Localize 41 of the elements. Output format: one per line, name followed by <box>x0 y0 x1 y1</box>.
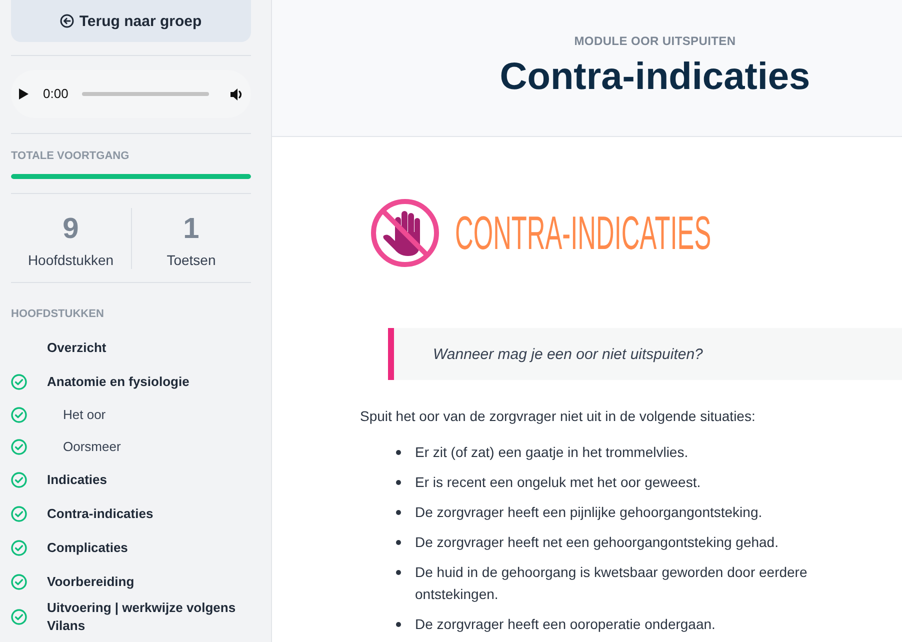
bullet-text: Er zit (of zat) een gaatje in het trommelvlies. <box>415 443 688 462</box>
bullet-icon <box>396 510 401 515</box>
subchapter-link[interactable]: Oorsmeer <box>11 431 251 463</box>
chapter-link[interactable]: Contra-indicaties <box>11 497 251 531</box>
prohibited-hand-icon <box>370 198 440 268</box>
chapter-link[interactable]: Anatomie en fysiologie <box>11 365 251 399</box>
bullet-text: De zorgvrager heeft een ooroperatie ondergaan. <box>415 615 716 634</box>
chapters-heading: HOOFDSTUKKEN <box>11 307 105 321</box>
progress-label: TOTALE VOORTGANG <box>11 149 130 163</box>
module-label: MODULE OOR UITSPUITEN <box>574 33 736 49</box>
stat-label: Toetsen <box>166 252 216 268</box>
chapter-link[interactable]: Uitvoering | werkwijze volgens Vilans <box>11 599 251 635</box>
bullet-icon <box>396 450 401 455</box>
volume-button[interactable] <box>230 88 244 100</box>
intro-text: Spuit het oor van de zorgvrager niet uit in de volgende situaties: <box>360 407 756 426</box>
speaker-icon <box>230 88 244 100</box>
banner-title: CONTRA-INDICATIES <box>455 213 712 253</box>
bullet-text: Er is recent een ongeluk met het oor geweest. <box>415 473 701 492</box>
play-icon <box>18 88 29 100</box>
page-title: Contra-indicaties <box>500 55 810 100</box>
chapter-link[interactable]: Voorbereiding <box>11 565 251 599</box>
bullet-icon <box>396 622 401 627</box>
pull-quote: Wanneer mag je een oor niet uitspuiten? <box>388 328 902 380</box>
time-label: 0:00 <box>43 86 68 102</box>
chapter-link[interactable]: Complicaties <box>11 531 251 565</box>
bullet-icon <box>396 480 401 485</box>
chapter-link[interactable]: Overzicht <box>11 331 251 365</box>
bullet-icon <box>396 570 401 575</box>
bullet-icon <box>396 540 401 545</box>
bullet-text: De huid in de gehoorgang is kwetsbaar geworden door eerdere ontstekingen. <box>415 563 808 604</box>
stat-label: Hoofdstukken <box>28 252 114 268</box>
bullet-text: De zorgvrager heeft net een gehoorgangontsteking gehad. <box>415 533 778 552</box>
audio-progress-track[interactable] <box>82 92 209 96</box>
bullet-text: De zorgvrager heeft een pijnlijke gehoorgangontsteking. <box>415 503 762 522</box>
play-button[interactable] <box>18 88 29 100</box>
stat-value: 9 <box>62 212 79 246</box>
back-button[interactable]: Terug naar groep <box>11 0 251 42</box>
stat-value: 1 <box>183 212 200 246</box>
arrow-left-circle-icon <box>60 14 74 28</box>
subchapter-link[interactable]: Het oor <box>11 399 251 431</box>
chapter-link[interactable]: Indicaties <box>11 463 251 497</box>
